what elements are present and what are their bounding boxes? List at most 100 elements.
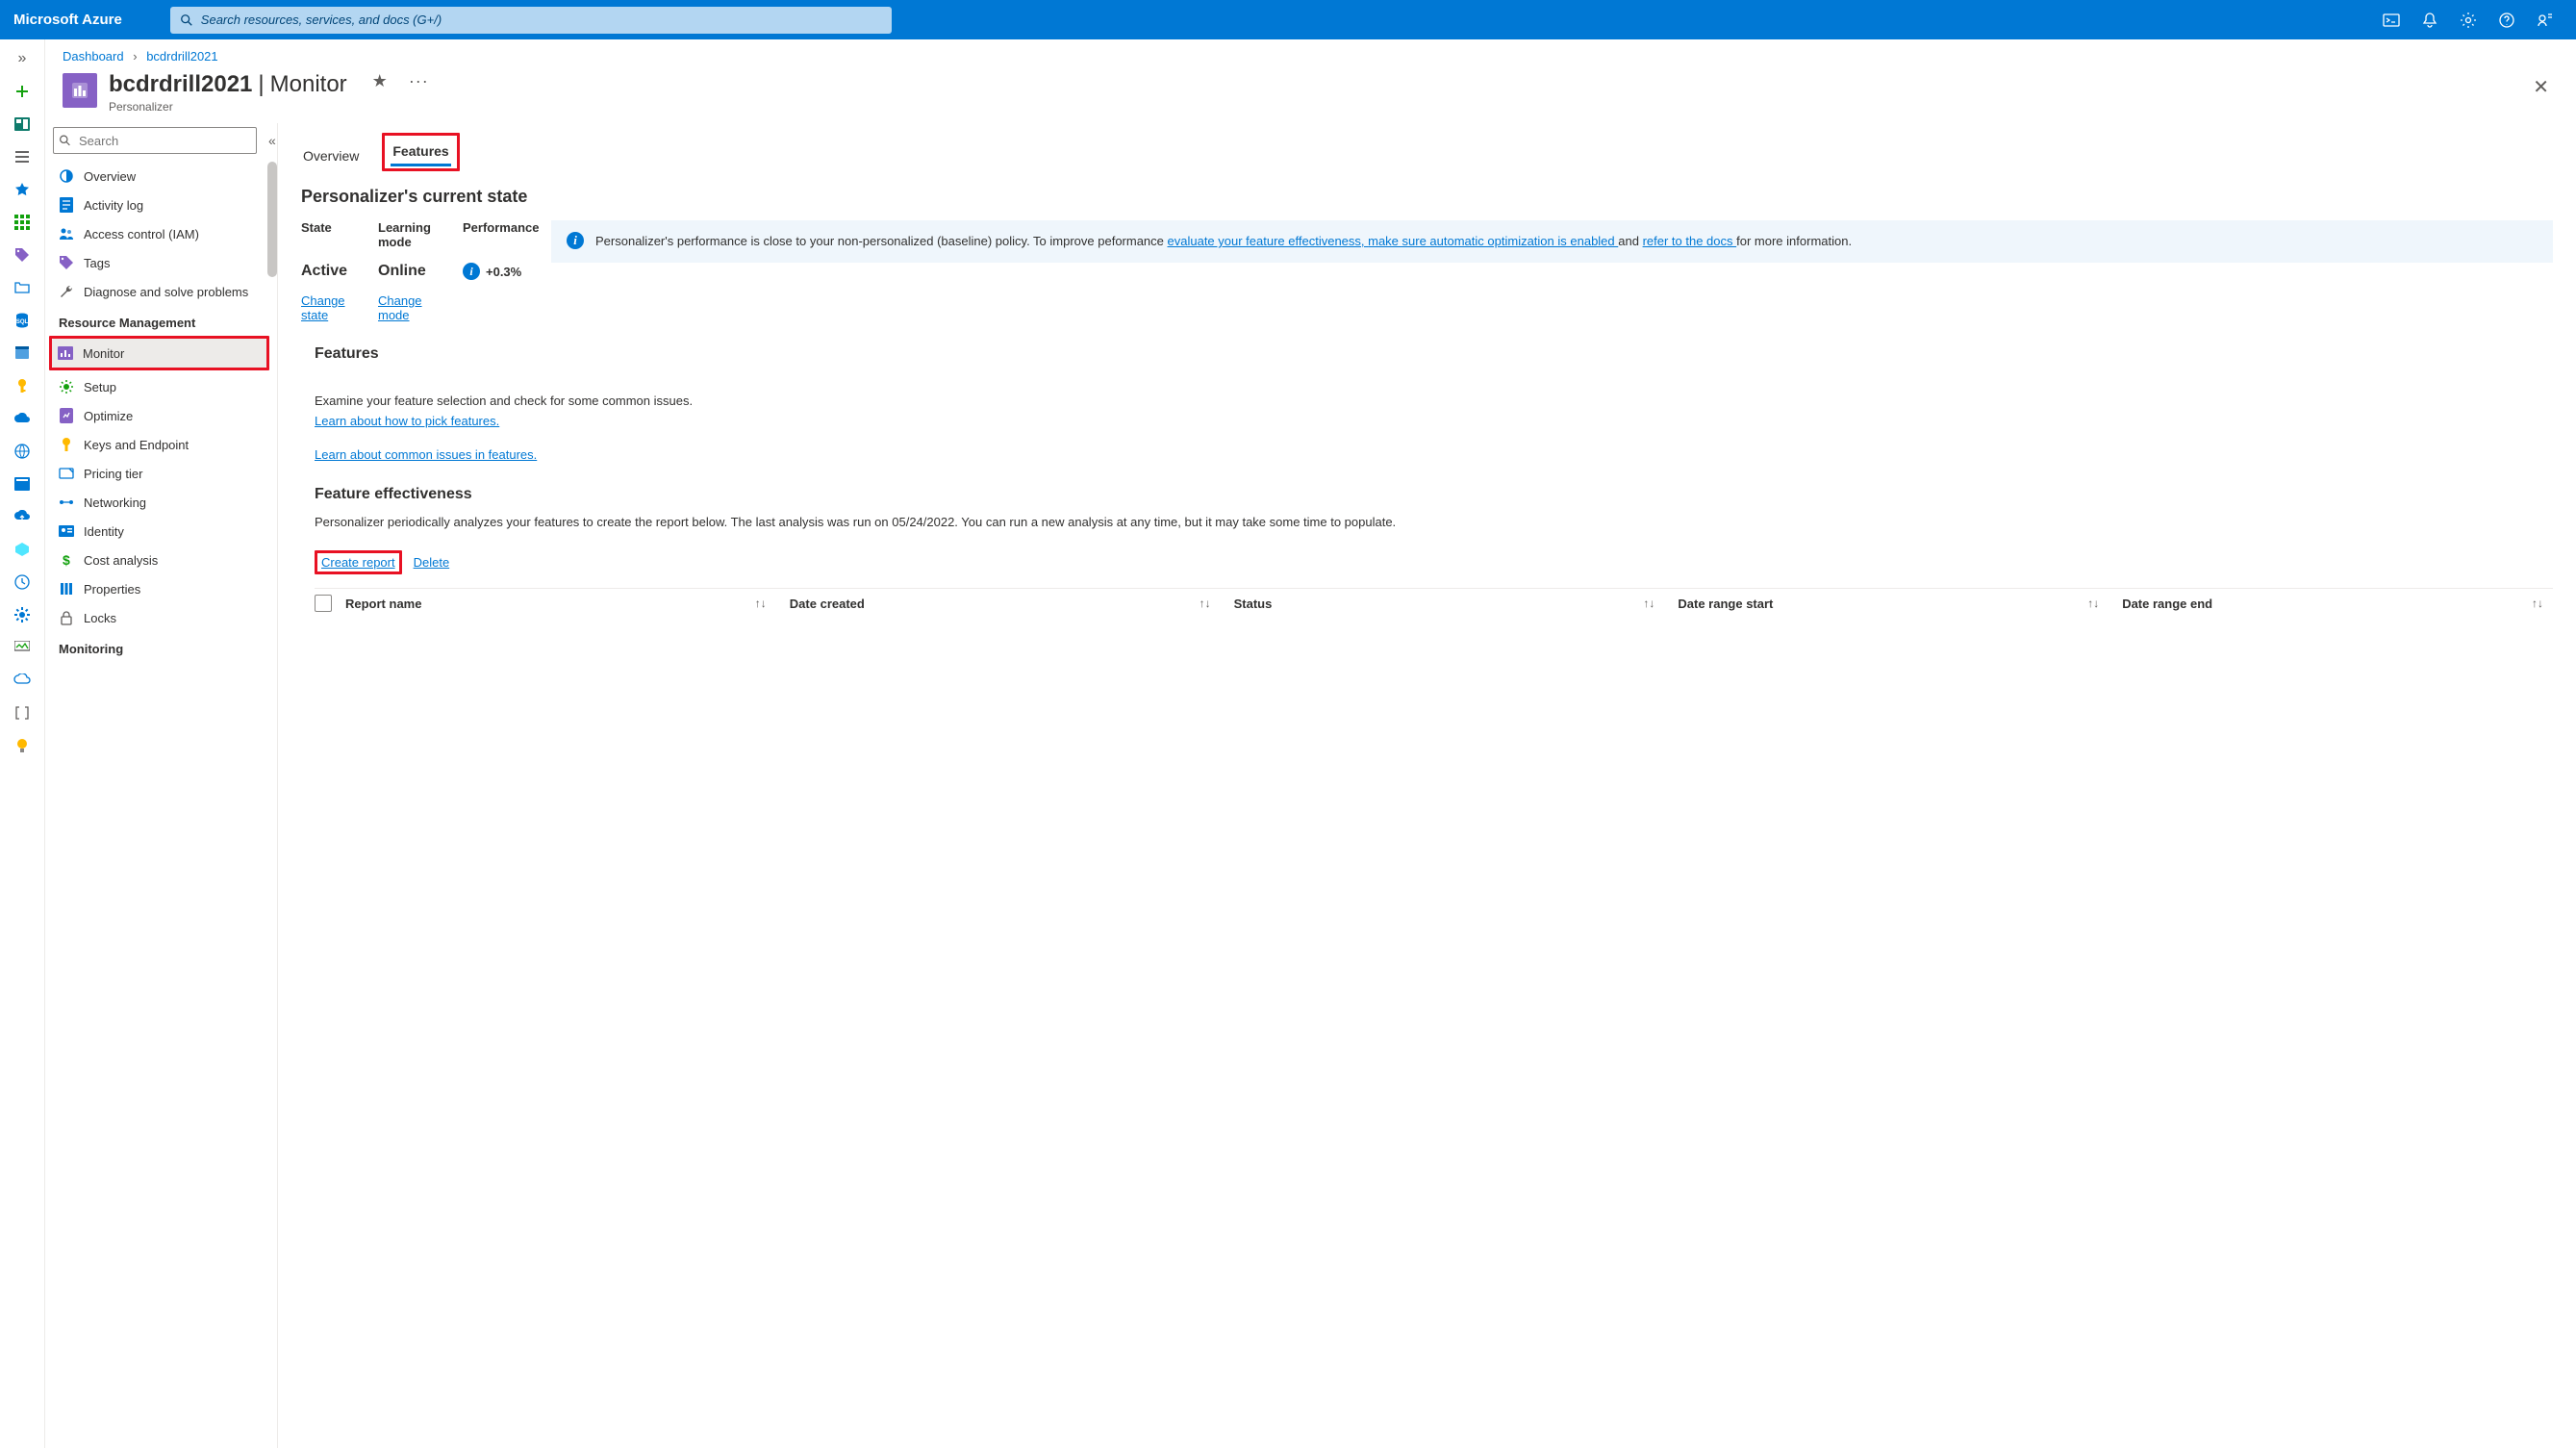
create-report-link[interactable]: Create report (321, 555, 395, 570)
banner-link-evaluate[interactable]: evaluate your feature effectiveness, (1168, 234, 1369, 248)
global-search-input[interactable] (170, 7, 892, 34)
menu-item-activity-log[interactable]: Activity log (53, 191, 269, 219)
th-report-name[interactable]: Report name (345, 597, 421, 611)
expand-rail-icon[interactable]: » (7, 45, 38, 72)
effectiveness-heading: Feature effectiveness (315, 486, 2553, 503)
banner-link-optimization[interactable]: make sure automatic optimization is enab… (1368, 234, 1618, 248)
banner-text: Personalizer's performance is close to y… (595, 232, 1852, 251)
create-resource-icon[interactable] (7, 78, 38, 105)
menu-item-monitor[interactable]: Monitor (52, 339, 266, 368)
cloud-down-icon[interactable] (7, 667, 38, 694)
tab-features[interactable]: Features (391, 138, 450, 166)
breadcrumb: Dashboard › bcdrdrill2021 (45, 39, 2576, 67)
favorite-star-icon[interactable]: ★ (372, 71, 388, 91)
dashboard-icon[interactable] (7, 111, 38, 138)
monitor-chart-icon (58, 345, 73, 361)
key-icon[interactable] (7, 372, 38, 399)
topbar-actions (2374, 3, 2563, 38)
sort-icon[interactable]: ↑↓ (1200, 597, 1211, 610)
tag-icon[interactable] (7, 241, 38, 268)
settings-icon[interactable] (2451, 3, 2486, 38)
menu-group-resource-management: Resource Management (53, 306, 269, 336)
portal-rail: » SQL (0, 39, 45, 1448)
cloud-upload-icon[interactable] (7, 503, 38, 530)
globe-icon[interactable] (7, 438, 38, 465)
app-service-icon[interactable] (7, 340, 38, 367)
page-title-resource: bcdrdrill2021 (109, 71, 252, 98)
close-blade-icon[interactable]: ✕ (2523, 71, 2559, 103)
change-state-link[interactable]: Change state (301, 293, 345, 322)
th-date-created[interactable]: Date created (790, 597, 865, 611)
menu-item-identity[interactable]: Identity (53, 517, 269, 546)
menu-label: Properties (84, 582, 140, 597)
change-mode-link[interactable]: Change mode (378, 293, 422, 322)
state-col-perf: Performance (463, 220, 540, 235)
menu-item-overview[interactable]: Overview (53, 162, 269, 191)
cloud-shell-icon[interactable] (2374, 3, 2409, 38)
menu-label: Setup (84, 380, 116, 394)
select-all-checkbox[interactable] (315, 595, 332, 612)
delete-report-link[interactable]: Delete (414, 555, 450, 570)
breadcrumb-separator: › (133, 49, 137, 64)
menu-item-access-control[interactable]: Access control (IAM) (53, 219, 269, 248)
people-icon (59, 226, 74, 241)
menu-item-cost[interactable]: $Cost analysis (53, 546, 269, 574)
polygon-icon[interactable] (7, 536, 38, 563)
sql-icon[interactable]: SQL (7, 307, 38, 334)
sort-icon[interactable]: ↑↓ (755, 597, 767, 610)
notifications-icon[interactable] (2412, 3, 2447, 38)
menu-group-monitoring: Monitoring (53, 632, 269, 662)
sort-icon[interactable]: ↑↓ (1643, 597, 1654, 610)
scrollbar-thumb[interactable] (267, 162, 277, 277)
th-date-range-end[interactable]: Date range end (2122, 597, 2212, 611)
star-icon[interactable] (7, 176, 38, 203)
brand-logo: Microsoft Azure (13, 12, 122, 28)
highlight-features-tab: Features (382, 133, 459, 171)
breadcrumb-resource[interactable]: bcdrdrill2021 (146, 49, 217, 64)
feedback-icon[interactable] (2528, 3, 2563, 38)
menu-label: Networking (84, 495, 146, 510)
storage-icon[interactable] (7, 470, 38, 497)
th-date-range-start[interactable]: Date range start (1678, 597, 1773, 611)
cloud-icon[interactable] (7, 405, 38, 432)
menu-item-tags[interactable]: Tags (53, 248, 269, 277)
help-icon[interactable] (2489, 3, 2524, 38)
menu-label: Keys and Endpoint (84, 438, 189, 452)
all-services-icon[interactable] (7, 209, 38, 236)
tab-overview[interactable]: Overview (301, 142, 361, 171)
list-icon[interactable] (7, 143, 38, 170)
monitor-icon[interactable] (7, 634, 38, 661)
content-area: Overview Features Personalizer's current… (278, 123, 2576, 1448)
svg-text:$: $ (63, 552, 70, 568)
banner-text-mid: and (1618, 234, 1642, 248)
banner-link-docs[interactable]: refer to the docs (1643, 234, 1737, 248)
pricing-icon (59, 466, 74, 481)
collapse-menu-icon[interactable]: « (265, 129, 278, 152)
clock-icon[interactable] (7, 569, 38, 596)
resource-menu-search[interactable] (53, 127, 257, 154)
features-link-pick[interactable]: Learn about how to pick features. (315, 414, 499, 428)
menu-item-locks[interactable]: Locks (53, 603, 269, 632)
resource-group-icon[interactable] (7, 274, 38, 301)
brackets-icon[interactable] (7, 699, 38, 726)
menu-item-networking[interactable]: Networking (53, 488, 269, 517)
menu-item-optimize[interactable]: Optimize (53, 401, 269, 430)
state-heading: Personalizer's current state (301, 187, 2553, 207)
search-icon (180, 13, 193, 27)
th-status[interactable]: Status (1234, 597, 1273, 611)
menu-item-keys[interactable]: Keys and Endpoint (53, 430, 269, 459)
resource-type-icon (63, 73, 97, 108)
features-link-issues[interactable]: Learn about common issues in features. (315, 447, 537, 462)
menu-item-setup[interactable]: Setup (53, 372, 269, 401)
breadcrumb-dashboard[interactable]: Dashboard (63, 49, 124, 64)
more-actions-icon[interactable]: ··· (409, 71, 429, 91)
menu-item-pricing[interactable]: Pricing tier (53, 459, 269, 488)
features-desc: Examine your feature selection and check… (315, 392, 2553, 412)
gear-blue-icon[interactable] (7, 601, 38, 628)
menu-item-diagnose[interactable]: Diagnose and solve problems (53, 277, 269, 306)
bulb-icon[interactable] (7, 732, 38, 759)
page-title-divider: | (258, 71, 264, 98)
sort-icon[interactable]: ↑↓ (2087, 597, 2099, 610)
menu-item-properties[interactable]: Properties (53, 574, 269, 603)
sort-icon[interactable]: ↑↓ (2532, 597, 2543, 610)
